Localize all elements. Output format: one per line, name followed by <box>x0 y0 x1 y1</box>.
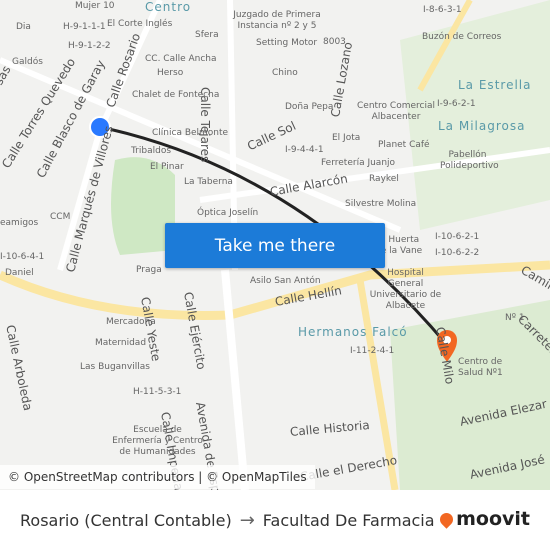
poi-label: I-10-6-2-2 <box>435 248 480 258</box>
poi-label: Nº 1 <box>505 313 525 323</box>
poi-label: Centro de Salud Nº1 <box>458 357 503 378</box>
poi-label: Hospital General Universitario de Albace… <box>369 268 442 311</box>
main-road <box>0 260 550 320</box>
road <box>221 269 249 490</box>
poi-label: Setting Motor <box>256 38 318 48</box>
destination-name: Facultad De Farmacia <box>262 510 435 530</box>
poi-label: eamigos <box>0 218 39 228</box>
poi-label: CCM <box>50 212 71 222</box>
poi-label: Raykel <box>369 174 399 184</box>
poi-label: Pabellón Polideportivo <box>440 150 499 171</box>
poi-label: Dia <box>16 22 31 32</box>
poi-label: El Jota <box>332 133 361 143</box>
poi-label: Tribaldos <box>131 146 172 156</box>
poi-label: Chalet de Fontecha <box>132 90 220 100</box>
poi-label: I-9-6-2-1 <box>437 99 476 109</box>
map[interactable]: Centro La Estrella La Milagrosa Hermanos… <box>0 0 550 490</box>
poi-label: H-11-5-3-1 <box>133 387 182 397</box>
district-label: La Estrella <box>458 78 532 92</box>
moovit-logo: moovit <box>437 508 530 530</box>
poi-label: Asilo San Antón <box>250 276 321 286</box>
map-attribution[interactable]: © OpenStreetMap contributors | © OpenMap… <box>0 465 315 489</box>
poi-label: El Pinar <box>150 162 184 172</box>
poi-label: Clínica Belmonte <box>152 128 229 138</box>
poi-label: Galdós <box>12 57 43 67</box>
poi-label: Planet Café <box>378 140 430 150</box>
poi-label: Ferretería Juanjo <box>321 158 396 168</box>
poi-label: Praga <box>136 265 162 275</box>
poi-label: La Taberna <box>184 177 233 187</box>
poi-label: Óptica Joselín <box>197 208 259 218</box>
arrow-right-icon: → <box>239 509 255 531</box>
street-label: Daniel <box>5 268 34 278</box>
district-label: Centro <box>145 0 192 14</box>
poi-label: CC. Calle Ancha <box>145 54 217 64</box>
poi-label: I-10-6-2-1 <box>435 232 480 242</box>
poi-label: I-11-2-4-1 <box>350 346 395 356</box>
poi-label: Sfera <box>195 30 219 40</box>
district-label: La Milagrosa <box>438 119 526 133</box>
poi-label: Centro Comercial Albacenter <box>357 101 435 122</box>
poi-label: Mujer 10 <box>75 1 115 11</box>
poi-label: Juzgado de Primera Instancia nº 2 y 5 <box>233 10 321 31</box>
poi-label: Herso <box>157 68 184 78</box>
poi-label: Mercadona <box>106 317 156 327</box>
take-me-there-button[interactable]: Take me there <box>165 223 385 268</box>
poi-label: Las Buganvillas <box>80 362 150 372</box>
poi-label: Chino <box>272 68 298 78</box>
poi-label: I-8-6-3-1 <box>423 5 462 15</box>
poi-label: Silvestre Molina <box>345 199 417 209</box>
poi-label: El Corte Inglés <box>107 19 173 29</box>
poi-label: H-9-1-2-2 <box>68 41 111 51</box>
poi-label: Escuela de Enfermería y Centro de Humani… <box>112 425 203 457</box>
poi-label: Maternidad <box>95 338 147 348</box>
poi-label: H-9-1-1-1 <box>63 22 106 32</box>
poi-label: Buzón de Correos <box>422 32 502 42</box>
moovit-pin-icon <box>437 509 456 529</box>
poi-label: I-9-4-4-1 <box>285 145 324 155</box>
origin-name: Rosario (Central Contable) <box>20 510 232 530</box>
poi-label: Doña Pepa <box>285 102 334 112</box>
poi-label: 8003 <box>323 37 346 47</box>
district-label: Hermanos Falcó <box>298 325 408 339</box>
poi-label: I-10-6-4-1 <box>0 252 45 262</box>
moovit-wordmark: moovit <box>456 508 530 530</box>
